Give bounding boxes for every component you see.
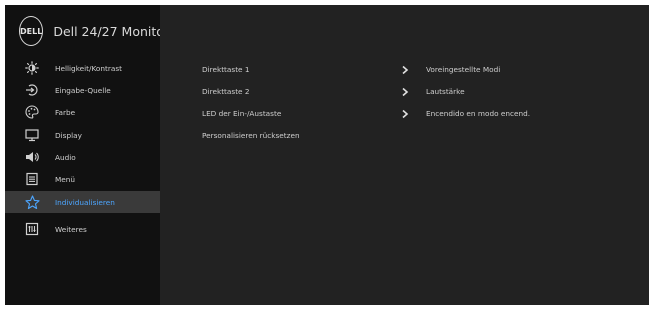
sidebar-item-label: Weiteres [55,224,87,234]
chevron-right-icon [402,109,409,119]
setting-row-power-led[interactable]: LED der Ein-/Austaste Encendido en modo … [160,105,649,123]
osd-title: Dell 24/27 Monitor [53,23,170,39]
star-icon [24,194,40,210]
monitor-osd: DELL Dell 24/27 Monitor Helligkeit/Kontr… [5,5,649,305]
sidebar-item-display[interactable]: Display [5,124,160,146]
sidebar-item-others[interactable]: Weiteres [5,218,160,240]
input-source-icon [24,82,40,98]
sidebar-item-color[interactable]: Farbe [5,101,160,123]
setting-value: Voreingestellte Modi [426,65,501,74]
menu-icon [24,171,40,187]
sidebar-item-label: Menü [55,174,76,184]
setting-value: Lautstärke [426,87,465,96]
osd-content-panel: Direkttaste 1 Voreingestellte Modi Direk… [160,5,649,305]
sidebar-item-label: Farbe [55,107,76,117]
setting-label: Personalisieren rücksetzen [202,131,300,140]
sidebar-item-label: Individualisieren [55,197,115,207]
speaker-icon [24,149,40,165]
sidebar-item-brightness-contrast[interactable]: Helligkeit/Kontrast [5,57,160,79]
display-icon [24,127,40,143]
chevron-right-icon [402,87,409,97]
osd-header: DELL Dell 24/27 Monitor [5,5,169,57]
sidebar-item-label: Audio [55,152,76,162]
brightness-icon [24,60,40,76]
others-icon [24,221,40,237]
sidebar-item-label: Display [55,130,82,140]
setting-label: LED der Ein-/Austaste [202,109,282,118]
setting-label: Direkttaste 2 [202,87,250,96]
setting-label: Direkttaste 1 [202,65,250,74]
chevron-right-icon [402,65,409,75]
sidebar-item-audio[interactable]: Audio [5,146,160,168]
color-palette-icon [24,104,40,120]
setting-row-shortcut-key-2[interactable]: Direkttaste 2 Lautstärke [160,83,649,101]
dell-logo: DELL [19,16,44,46]
setting-row-shortcut-key-1[interactable]: Direkttaste 1 Voreingestellte Modi [160,61,649,79]
sidebar-item-personalize[interactable]: Individualisieren [5,191,160,213]
sidebar-item-menu[interactable]: Menü [5,168,160,190]
sidebar-item-input-source[interactable]: Eingabe-Quelle [5,79,160,101]
setting-value: Encendido en modo encend. [426,109,531,118]
setting-row-reset-personalization[interactable]: Personalisieren rücksetzen [160,127,649,145]
sidebar-item-label: Helligkeit/Kontrast [55,63,122,73]
sidebar-item-label: Eingabe-Quelle [55,85,111,95]
osd-sidebar: DELL Dell 24/27 Monitor Helligkeit/Kontr… [5,5,169,305]
